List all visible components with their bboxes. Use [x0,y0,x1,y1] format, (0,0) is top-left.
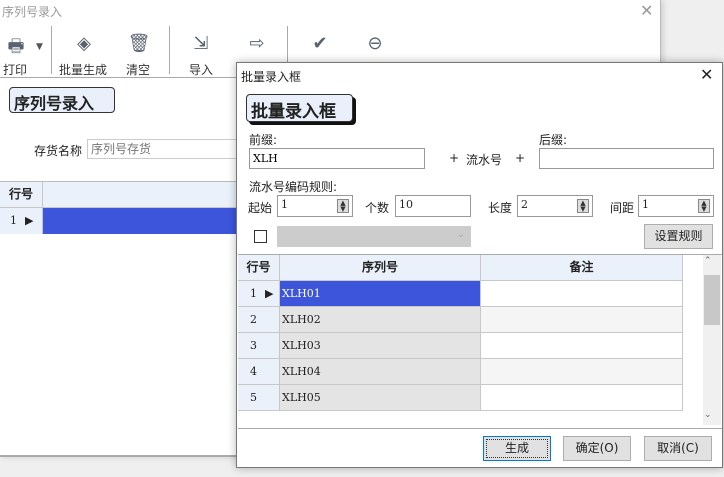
scroll-down-icon[interactable]: ⌄ [704,410,712,420]
row-number: 3 [238,333,280,359]
rule-checkbox[interactable] [254,230,267,243]
note-cell[interactable] [481,333,683,359]
prefix-label: 前缀: [249,133,278,147]
row-number-text: 4 [250,365,257,378]
row-pointer-icon: ▶ [25,214,34,227]
column-header-row-number[interactable]: 行号 [0,182,43,208]
chevron-down-icon[interactable]: ▼ [36,42,43,52]
page-title: 序列号录入 [9,87,115,113]
column-header-serial[interactable]: 序列号 [280,255,481,281]
start-spinner[interactable]: 1 ▲ ▼ [277,195,353,217]
plus-sign: + [515,151,526,165]
length-label: 长度 [488,201,513,215]
table-row[interactable]: 2 XLH02 [238,307,683,333]
chevron-down-icon: ⌄ [456,229,465,240]
trash-icon[interactable]: 🗑 [127,33,151,54]
vertical-scrollbar[interactable]: ⌃ ⌄ [703,255,721,425]
plus-sign: + [449,151,460,165]
import-icon[interactable]: ⇲ [189,33,213,54]
import-button[interactable]: 导入 [189,61,213,78]
dialog-close-icon[interactable]: ✕ [700,65,713,84]
prefix-input[interactable] [249,148,425,169]
close-icon[interactable]: ✕ [640,1,653,20]
inventory-label: 存货名称 [34,144,83,158]
serial-cell[interactable]: XLH05 [280,385,481,411]
row-number: 1 ▶ [238,281,280,307]
table-row[interactable]: 3 XLH03 [238,333,683,359]
note-cell[interactable] [481,281,683,307]
row-number-text: 1 [250,287,257,300]
serial-number-label: 流水号 [466,153,503,167]
count-input[interactable]: 10 [395,195,471,217]
note-cell[interactable] [481,385,683,411]
printer-icon[interactable]: 🖶 [4,34,28,64]
export-icon[interactable]: ⇨ [245,33,269,54]
serial-cell[interactable]: XLH02 [280,307,481,333]
window-title: 序列号录入 [2,5,63,19]
step-label: 间距 [610,201,635,215]
table-row[interactable]: 5 XLH05 [238,385,683,411]
ok-button[interactable]: 确定(O) [563,436,631,461]
cancel-button[interactable]: 取消(C) [644,436,712,461]
scrollbar-thumb[interactable] [704,275,720,325]
row-number: 2 [238,307,280,333]
row-pointer-icon: ▶ [265,287,274,300]
row-number-text: 3 [250,339,257,352]
minus-circle-icon[interactable]: ⊖ [363,33,387,54]
row-number: 5 [238,385,280,411]
batch-generate-button[interactable]: 批量生成 [59,61,107,78]
generate-button[interactable]: 生成 [483,436,551,461]
clear-button[interactable]: 清空 [126,61,150,78]
table-row[interactable]: 4 XLH04 [238,359,683,385]
column-header-note[interactable]: 备注 [481,255,683,281]
row-number-text: 5 [250,391,257,404]
row-number-text: 2 [250,313,257,326]
length-spinner[interactable]: 2 ▲ ▼ [517,195,593,217]
rule-combo[interactable]: ⌄ [277,226,471,247]
row-number: 4 [238,359,280,385]
note-cell[interactable] [481,307,683,333]
row-number-text: 1 [10,214,17,227]
spinner-arrows-icon[interactable]: ▲ ▼ [337,199,349,213]
serial-cell[interactable]: XLH04 [280,359,481,385]
serial-cell[interactable]: XLH01 [280,281,481,307]
layers-icon[interactable]: ◈ [72,33,96,54]
serial-cell[interactable]: XLH03 [280,333,481,359]
print-button[interactable]: 打印 [3,61,27,78]
length-value: 2 [521,198,528,211]
rule-label: 流水号编码规则: [249,180,338,194]
dialog-header-title: 批量录入框 [246,94,353,122]
dialog-title: 批量录入框 [241,70,302,84]
batch-entry-dialog: 批量录入框 ✕ 批量录入框 前缀: + 流水号 + 后缀: 流水号编码规则: 起… [236,62,723,468]
toolbar-separator [51,26,52,74]
start-value: 1 [281,198,288,211]
scroll-up-icon[interactable]: ⌃ [704,256,712,266]
check-icon[interactable]: ✔ [308,33,332,54]
step-spinner[interactable]: 1 ▲ ▼ [638,195,714,217]
inventory-input[interactable] [87,139,247,159]
table-row[interactable]: 1 ▶ XLH01 [238,281,683,307]
note-cell[interactable] [481,359,683,385]
column-header-row-number[interactable]: 行号 [238,255,280,281]
step-value: 1 [642,198,649,211]
spinner-arrows-icon[interactable]: ▲ ▼ [698,199,710,213]
suffix-label: 后缀: [539,133,568,147]
count-label: 个数 [365,201,390,215]
set-rule-button[interactable]: 设置规则 [644,224,713,249]
toolbar-separator [169,26,170,74]
row-number: 1 ▶ [0,208,43,234]
suffix-input[interactable] [539,148,714,169]
spinner-arrows-icon[interactable]: ▲ ▼ [577,199,589,213]
dialog-grid: 行号 序列号 备注 1 ▶ XLH01 2 XLH02 3 XLH03 4 XLH… [238,254,722,429]
start-label: 起始 [248,201,273,215]
